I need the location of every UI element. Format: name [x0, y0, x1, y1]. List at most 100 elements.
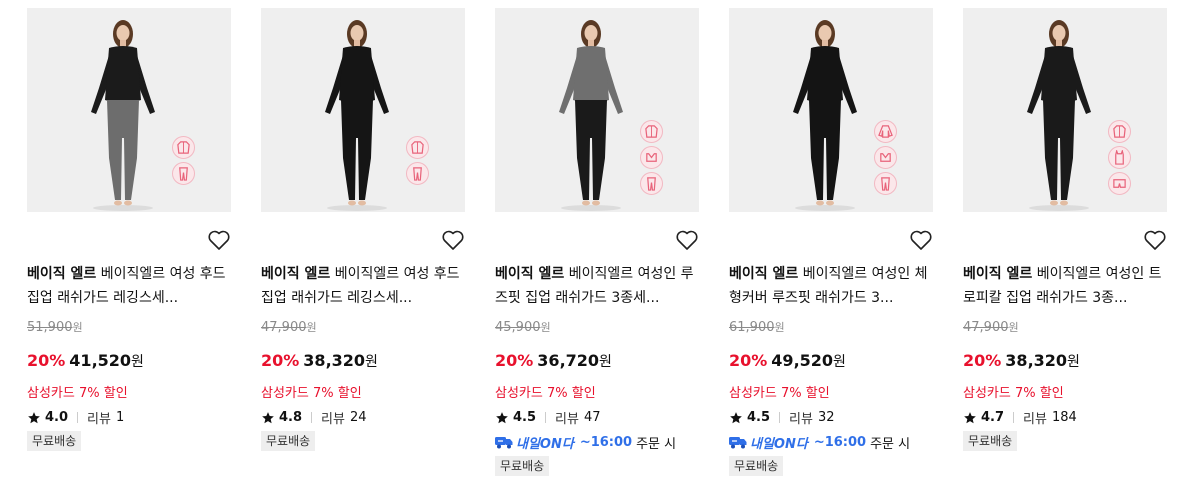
discount-rate: 20% — [495, 351, 534, 370]
free-shipping-badge: 무료배송 — [27, 431, 82, 451]
review-label: 리뷰 — [87, 412, 111, 427]
free-shipping-badge: 무료배송 — [261, 431, 316, 451]
delivery-suffix: 주문 시 — [870, 436, 911, 452]
star-icon — [730, 411, 742, 423]
style-pictograms — [1108, 120, 1131, 195]
leggings-icon — [874, 172, 897, 195]
card-discount: 삼성카드 7% 할인 — [261, 386, 362, 401]
product-image[interactable] — [261, 8, 465, 212]
review-count: 184 — [1051, 410, 1077, 425]
brand-name: 베이직 엘르 — [729, 266, 799, 282]
divider — [1013, 412, 1015, 423]
rating-score: 4.5 — [747, 410, 771, 425]
product-title[interactable]: 베이직 엘르 베이직엘르 여성인 트로피칼 집업 래쉬가드 3종... — [963, 262, 1167, 310]
currency-unit: 원 — [1067, 354, 1080, 370]
delivery-truck-icon — [495, 437, 513, 449]
currency-unit: 원 — [365, 354, 378, 370]
delivery-cutoff: ~16:00 — [579, 434, 633, 450]
original-price-value: 45,900 — [495, 320, 541, 335]
original-price: 51,900원 — [27, 319, 83, 335]
product-title[interactable]: 베이직 엘르 베이직엘르 여성 후드집업 래쉬가드 레깅스세... — [261, 262, 465, 310]
sale-price: 20% 38,320원 — [963, 351, 1080, 371]
delivery-cutoff: ~16:00 — [813, 434, 867, 450]
delivery-brand: 내일ON다 — [516, 436, 574, 452]
heart-icon[interactable] — [909, 229, 933, 251]
discount-rate: 20% — [963, 351, 1002, 370]
product-card[interactable]: 베이직 엘르 베이직엘르 여성인 루즈핏 집업 래쉬가드 3종세... 45,9… — [495, 8, 699, 478]
leggings-icon — [406, 162, 429, 185]
original-price-value: 51,900 — [27, 320, 73, 335]
currency-unit: 원 — [540, 321, 551, 334]
long-sleeve-icon — [874, 120, 897, 143]
delivery-suffix: 주문 시 — [636, 436, 677, 452]
rating-row: 4.5 리뷰 32 — [729, 408, 835, 427]
product-image[interactable] — [963, 8, 1167, 212]
sale-price: 20% 36,720원 — [495, 351, 612, 371]
rating-row: 4.7 리뷰 184 — [963, 408, 1077, 427]
card-discount: 삼성카드 7% 할인 — [963, 386, 1064, 401]
review-label: 리뷰 — [1023, 412, 1047, 427]
currency-unit: 원 — [599, 354, 612, 370]
style-pictograms — [640, 120, 663, 195]
sale-price-value: 38,320 — [1005, 351, 1068, 370]
rating-score: 4.0 — [45, 410, 69, 425]
free-shipping-badge: 무료배송 — [963, 431, 1018, 451]
card-discount: 삼성카드 7% 할인 — [495, 386, 596, 401]
delivery-info: 내일ON다 ~16:00 주문 시 — [495, 432, 676, 452]
original-price: 47,900원 — [261, 319, 317, 335]
review-label: 리뷰 — [555, 412, 579, 427]
original-price-value: 61,900 — [729, 320, 775, 335]
product-card[interactable]: 베이직 엘르 베이직엘르 여성 후드집업 래쉬가드 레깅스세... 47,900… — [261, 8, 465, 478]
product-title[interactable]: 베이직 엘르 베이직엘르 여성 후드집업 래쉬가드 레깅스세... — [27, 262, 231, 310]
sale-price-value: 41,520 — [69, 351, 132, 370]
style-pictograms — [406, 136, 429, 185]
currency-unit: 원 — [833, 354, 846, 370]
product-card[interactable]: 베이직 엘르 베이직엘르 여성인 체형커버 루즈핏 래쉬가드 3... 61,9… — [729, 8, 933, 478]
delivery-info: 내일ON다 ~16:00 주문 시 — [729, 432, 910, 452]
heart-icon[interactable] — [207, 229, 231, 251]
brand-name: 베이직 엘르 — [27, 266, 97, 282]
divider — [77, 412, 79, 423]
product-image[interactable] — [27, 8, 231, 212]
delivery-truck-icon — [729, 437, 747, 449]
sale-price-value: 36,720 — [537, 351, 600, 370]
currency-unit: 원 — [774, 321, 785, 334]
delivery-brand: 내일ON다 — [750, 436, 808, 452]
original-price-value: 47,900 — [261, 320, 307, 335]
leggings-icon — [172, 162, 195, 185]
discount-rate: 20% — [261, 351, 300, 370]
brand-name: 베이직 엘르 — [963, 266, 1033, 282]
shorts-icon — [1108, 172, 1131, 195]
product-card[interactable]: 베이직 엘르 베이직엘르 여성 후드집업 래쉬가드 레깅스세... 51,900… — [27, 8, 231, 478]
sale-price: 20% 38,320원 — [261, 351, 378, 371]
sale-price-value: 38,320 — [303, 351, 366, 370]
free-shipping-badge: 무료배송 — [729, 456, 784, 476]
style-pictograms — [874, 120, 897, 195]
product-title[interactable]: 베이직 엘르 베이직엘르 여성인 체형커버 루즈핏 래쉬가드 3... — [729, 262, 933, 310]
review-label: 리뷰 — [789, 412, 813, 427]
sale-price: 20% 49,520원 — [729, 351, 846, 371]
product-card[interactable]: 베이직 엘르 베이직엘르 여성인 트로피칼 집업 래쉬가드 3종... 47,9… — [963, 8, 1167, 478]
rating-score: 4.5 — [513, 410, 537, 425]
currency-unit: 원 — [306, 321, 317, 334]
product-image[interactable] — [729, 8, 933, 212]
divider — [779, 412, 781, 423]
heart-icon[interactable] — [1143, 229, 1167, 251]
product-image[interactable] — [495, 8, 699, 212]
review-label: 리뷰 — [321, 412, 345, 427]
sale-price-value: 49,520 — [771, 351, 834, 370]
card-discount: 삼성카드 7% 할인 — [27, 386, 128, 401]
model-photo — [1027, 20, 1091, 211]
jacket-icon — [406, 136, 429, 159]
bra-top-icon — [640, 146, 663, 169]
divider — [311, 412, 313, 423]
jacket-icon — [1108, 120, 1131, 143]
heart-icon[interactable] — [441, 229, 465, 251]
discount-rate: 20% — [27, 351, 66, 370]
model-photo — [559, 20, 623, 211]
rating-score: 4.8 — [279, 410, 303, 425]
heart-icon[interactable] — [675, 229, 699, 251]
product-title[interactable]: 베이직 엘르 베이직엘르 여성인 루즈핏 집업 래쉬가드 3종세... — [495, 262, 699, 310]
tank-top-icon — [1108, 146, 1131, 169]
card-discount: 삼성카드 7% 할인 — [729, 386, 830, 401]
